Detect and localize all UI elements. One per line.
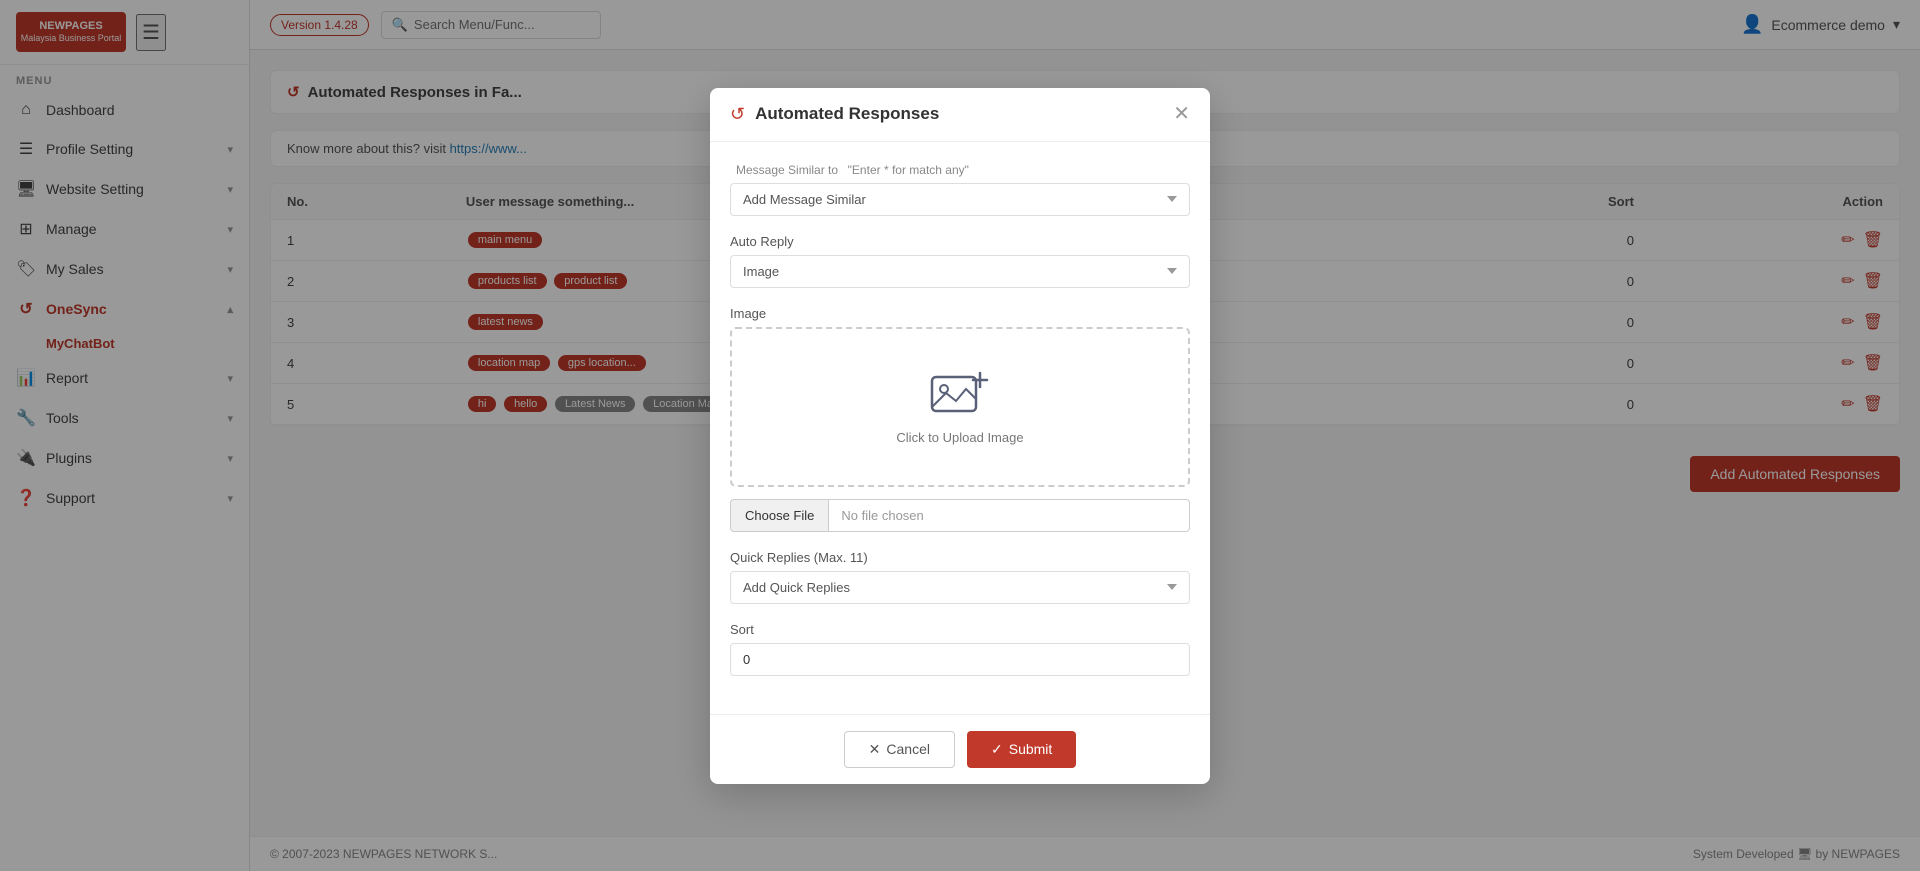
- file-input-row: Choose File No file chosen: [730, 499, 1190, 532]
- sort-group: Sort 0: [730, 622, 1190, 676]
- message-similar-select[interactable]: Add Message Similar: [730, 183, 1190, 216]
- modal-header: ↺ Automated Responses ✕: [710, 88, 1210, 142]
- modal-footer: ✕ Cancel ✓ Submit: [710, 714, 1210, 784]
- modal-close-button[interactable]: ✕: [1173, 104, 1190, 124]
- choose-file-button[interactable]: Choose File: [730, 499, 829, 532]
- cancel-icon: ✕: [869, 741, 881, 758]
- image-upload-area[interactable]: Click to Upload Image: [730, 327, 1190, 487]
- modal-title-icon: ↺: [730, 104, 745, 125]
- message-similar-group: Message Similar to "Enter * for match an…: [730, 162, 1190, 216]
- modal-body: Message Similar to "Enter * for match an…: [710, 142, 1210, 714]
- modal-overlay[interactable]: ↺ Automated Responses ✕ Message Similar …: [0, 0, 1920, 871]
- upload-text: Click to Upload Image: [752, 430, 1168, 445]
- upload-image-icon: [752, 369, 1168, 422]
- image-label: Image: [730, 306, 1190, 321]
- image-group: Image Click to Upload Image: [730, 306, 1190, 532]
- message-similar-label: Message Similar to "Enter * for match an…: [730, 162, 1190, 177]
- quick-replies-group: Quick Replies (Max. 11) Add Quick Replie…: [730, 550, 1190, 604]
- sort-label: Sort: [730, 622, 1190, 637]
- auto-reply-label: Auto Reply: [730, 234, 1190, 249]
- modal-title: Automated Responses: [755, 104, 1163, 124]
- submit-button[interactable]: ✓ Submit: [967, 731, 1076, 768]
- automated-responses-modal: ↺ Automated Responses ✕ Message Similar …: [710, 88, 1210, 784]
- file-name-display: No file chosen: [829, 499, 1190, 532]
- auto-reply-group: Auto Reply Image Text Button Product Qui…: [730, 234, 1190, 288]
- check-icon: ✓: [991, 741, 1003, 758]
- quick-replies-select[interactable]: Add Quick Replies: [730, 571, 1190, 604]
- cancel-button[interactable]: ✕ Cancel: [844, 731, 955, 768]
- quick-replies-label: Quick Replies (Max. 11): [730, 550, 1190, 565]
- sort-input[interactable]: 0: [730, 643, 1190, 676]
- auto-reply-select[interactable]: Image Text Button Product Quick Reply: [730, 255, 1190, 288]
